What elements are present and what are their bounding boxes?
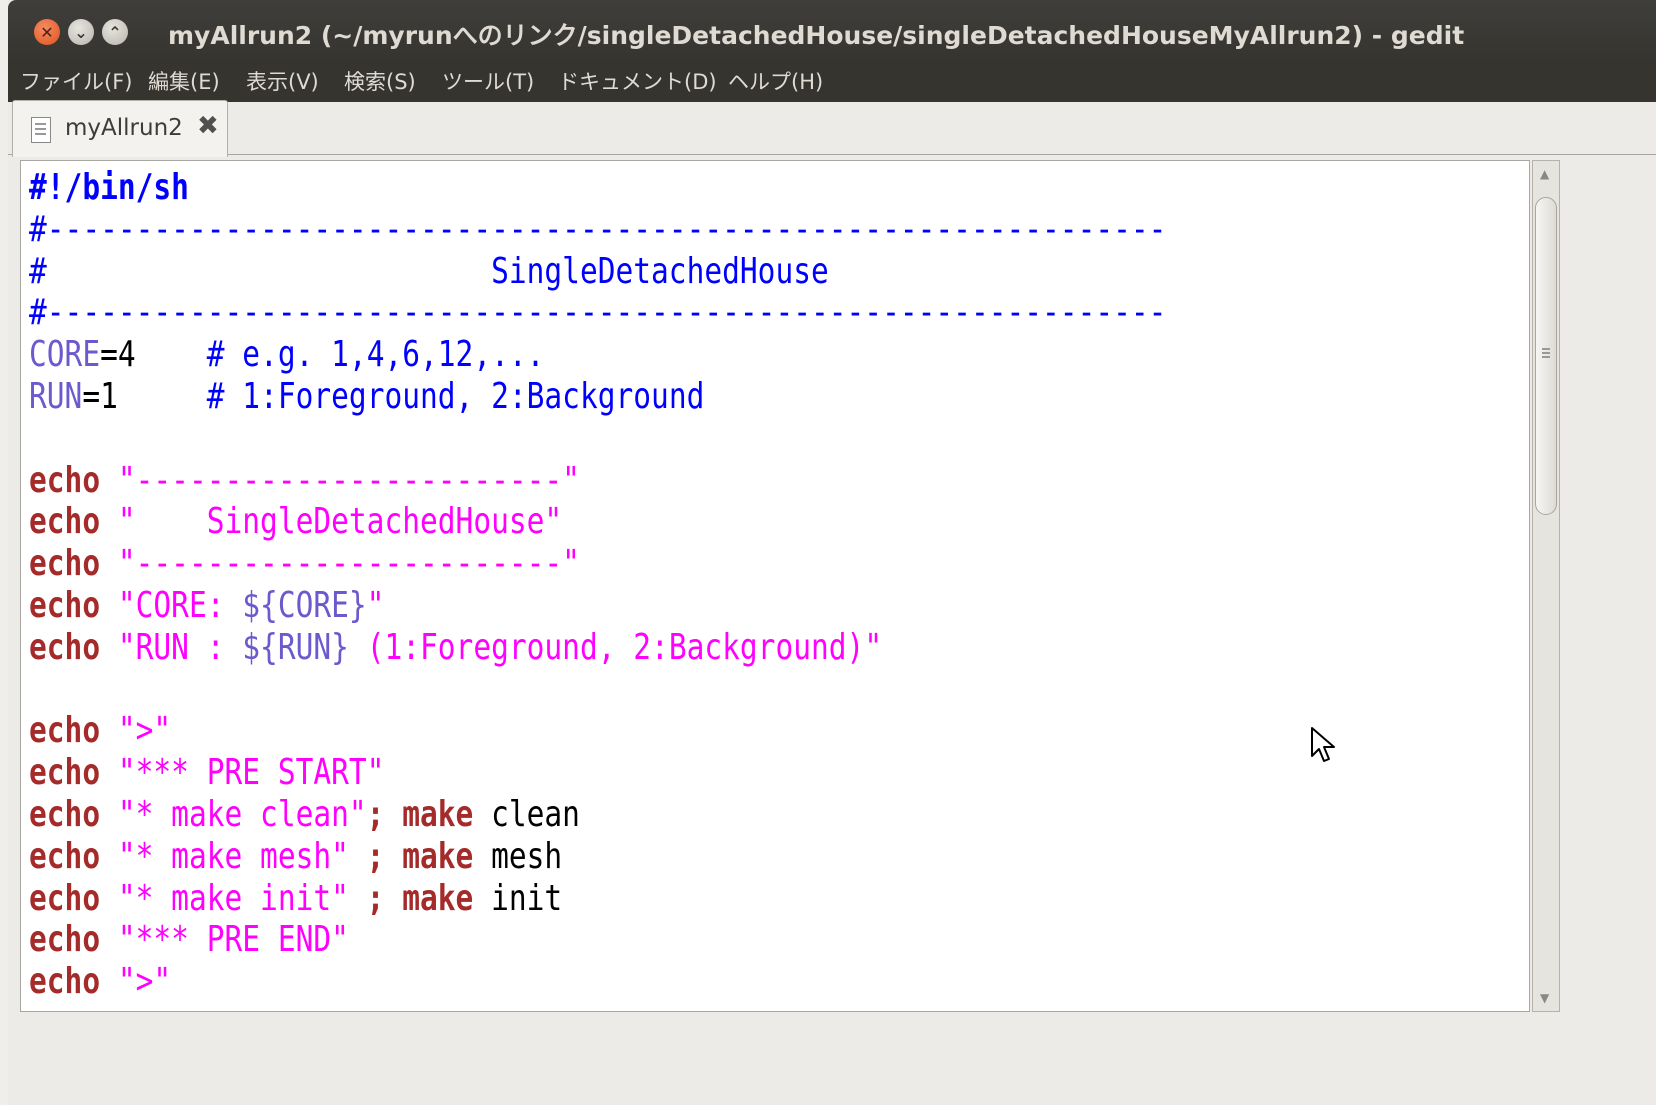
code-token: # e.g. 1,4,6,12,... — [206, 334, 545, 376]
grip-icon — [1542, 348, 1550, 350]
code-token: echo — [29, 793, 118, 835]
code-token: ; make — [366, 793, 492, 835]
code-token: "*** PRE END" — [117, 919, 349, 961]
code-line[interactable] — [29, 418, 1166, 460]
code-token: ; make — [366, 877, 492, 919]
code-token: echo — [29, 626, 118, 668]
vertical-scrollbar[interactable]: ▲ ▼ — [1532, 160, 1560, 1012]
tab-myallrun2[interactable]: myAllrun2 ✖ — [12, 100, 228, 157]
tab-label: myAllrun2 — [65, 115, 183, 141]
code-token: (1:Foreground, 2:Background)" — [348, 626, 883, 668]
menu-search[interactable]: 検索(S) — [344, 66, 416, 96]
code-token: echo — [29, 459, 118, 501]
code-token: "* make init" — [117, 877, 367, 919]
menu-view[interactable]: 表示(V) — [246, 66, 319, 96]
code-token: # SingleDetachedHouse — [29, 250, 829, 292]
code-token: echo — [29, 584, 118, 626]
code-token: " SingleDetachedHouse" — [117, 501, 563, 543]
code-line[interactable]: echo "*** PRE END" — [29, 919, 1166, 961]
code-token: echo — [29, 835, 118, 877]
code-line[interactable]: echo " SingleDetachedHouse" — [29, 501, 1166, 543]
text-editor[interactable]: #!/bin/sh #------------------------------… — [20, 160, 1530, 1012]
tab-bar — [8, 102, 1656, 155]
window-minimize-icon[interactable]: ⌄ — [68, 19, 94, 45]
code-token: echo — [29, 919, 118, 961]
window-close-icon[interactable]: ✕ — [34, 19, 60, 45]
code-token: "* make clean" — [117, 793, 367, 835]
code-token: echo — [29, 752, 118, 794]
code-token: echo — [29, 543, 118, 585]
code-line[interactable]: RUN=1 # 1:Foreground, 2:Background — [29, 376, 1166, 418]
scroll-up-arrow-icon[interactable]: ▲ — [1540, 167, 1549, 181]
scroll-down-arrow-icon[interactable]: ▼ — [1540, 991, 1549, 1005]
code-line[interactable]: #!/bin/sh — [29, 167, 1166, 209]
code-token: ">" — [117, 710, 172, 752]
code-token: " — [366, 584, 385, 626]
code-token: "* make mesh" — [117, 835, 367, 877]
text-document-icon — [31, 117, 51, 143]
window-maximize-icon[interactable]: ⌃ — [102, 19, 128, 45]
code-line[interactable]: echo "------------------------" — [29, 543, 1166, 585]
code-token: echo — [29, 501, 118, 543]
code-token: RUN — [29, 375, 83, 417]
code-token: #---------------------------------------… — [29, 292, 1167, 334]
code-token: "CORE: — [117, 584, 243, 626]
close-icon[interactable]: ✖ — [197, 111, 219, 141]
code-token: CORE — [29, 334, 101, 376]
code-token: #!/bin/sh — [29, 167, 189, 208]
code-token: =1 — [82, 375, 207, 417]
code-token: "*** PRE START" — [117, 752, 385, 794]
menu-help[interactable]: ヘルプ(H) — [728, 66, 823, 96]
code-token: echo — [29, 877, 118, 919]
code-line[interactable] — [29, 669, 1166, 711]
title-bar[interactable]: ✕ ⌄ ⌃ myAllrun2 (~/myrunへのリンク/singleDeta… — [8, 0, 1656, 64]
code-token: echo — [29, 961, 118, 1003]
menu-tools[interactable]: ツール(T) — [442, 66, 534, 96]
bottom-strip — [8, 1014, 1656, 1105]
mouse-pointer-icon — [1311, 727, 1335, 762]
code-token: "------------------------" — [117, 543, 580, 585]
code-line[interactable]: #---------------------------------------… — [29, 209, 1166, 251]
code-token: ; make — [366, 835, 492, 877]
code-token: clean — [491, 793, 580, 835]
code-token: =4 — [100, 334, 207, 376]
code-token: ${CORE} — [242, 584, 367, 626]
menu-edit[interactable]: 編集(E) — [148, 66, 220, 96]
code-line[interactable]: echo "* make mesh" ; make mesh — [29, 836, 1166, 878]
window-title: myAllrun2 (~/myrunへのリンク/singleDetachedHo… — [168, 21, 1465, 50]
menu-file[interactable]: ファイル(F) — [20, 66, 132, 96]
scrollbar-thumb[interactable] — [1535, 197, 1557, 515]
code-line[interactable]: # SingleDetachedHouse — [29, 251, 1166, 293]
code-line[interactable]: echo "RUN : ${RUN} (1:Foreground, 2:Back… — [29, 627, 1166, 669]
menu-documents[interactable]: ドキュメント(D) — [558, 66, 717, 96]
code-token: #---------------------------------------… — [29, 208, 1167, 250]
code-token: ${RUN} — [242, 626, 349, 668]
code-content[interactable]: #!/bin/sh #------------------------------… — [29, 167, 1166, 1003]
code-line[interactable]: echo "* make clean"; make clean — [29, 794, 1166, 836]
code-line[interactable]: echo "CORE: ${CORE}" — [29, 585, 1166, 627]
code-line[interactable]: echo "*** PRE START" — [29, 752, 1166, 794]
code-line[interactable]: echo ">" — [29, 961, 1166, 1003]
code-token: init — [491, 877, 563, 919]
code-token: mesh — [491, 835, 563, 877]
gedit-window: ✕ ⌄ ⌃ myAllrun2 (~/myrunへのリンク/singleDeta… — [8, 0, 1656, 1105]
code-token: # 1:Foreground, 2:Background — [206, 375, 705, 417]
code-token: echo — [29, 710, 118, 752]
code-token: ">" — [117, 961, 172, 1003]
code-token: "------------------------" — [117, 459, 580, 501]
code-line[interactable]: #---------------------------------------… — [29, 292, 1166, 334]
code-token: "RUN : — [117, 626, 243, 668]
code-line[interactable]: echo "------------------------" — [29, 460, 1166, 502]
code-line[interactable]: echo ">" — [29, 710, 1166, 752]
code-line[interactable]: echo "* make init" ; make init — [29, 878, 1166, 920]
code-line[interactable]: CORE=4 # e.g. 1,4,6,12,... — [29, 334, 1166, 376]
